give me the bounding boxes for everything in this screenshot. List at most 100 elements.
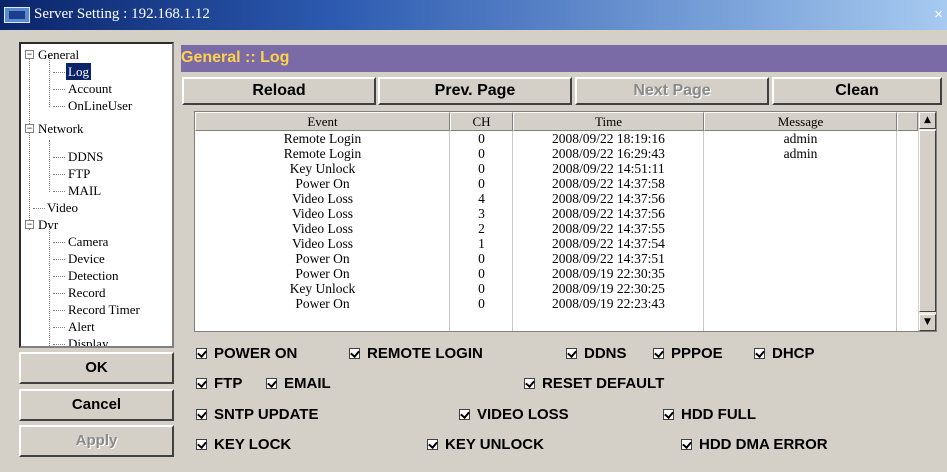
tree-connector — [53, 310, 65, 311]
tree-connector — [53, 72, 65, 73]
filter-video-loss[interactable]: VIDEO LOSS — [459, 405, 569, 425]
filter-label: PPPOE — [671, 345, 723, 362]
checkbox-checked-icon[interactable] — [653, 348, 664, 359]
filter-label: DDNS — [584, 345, 627, 362]
checkbox-checked-icon[interactable] — [196, 348, 207, 359]
filter-label: KEY UNLOCK — [445, 436, 544, 453]
tree-item-detection[interactable]: Detection — [68, 267, 119, 284]
column-header-ch[interactable]: CH — [450, 112, 513, 131]
filter-email[interactable]: EMAIL — [266, 374, 331, 394]
collapse-dvr-icon[interactable]: − — [25, 220, 34, 229]
filter-ddns[interactable]: DDNS — [566, 344, 627, 364]
next-page-button[interactable]: Next Page — [575, 77, 769, 105]
table-row[interactable]: Remote Login 0 2008/09/22 16:29:43 admin — [195, 146, 915, 161]
tree-item-device[interactable]: Device — [68, 250, 105, 267]
tree-item-mail[interactable]: MAIL — [68, 182, 101, 199]
cell-time: 2008/09/22 16:29:43 — [552, 146, 665, 161]
tree-connector — [53, 174, 65, 175]
filter-key-lock[interactable]: KEY LOCK — [196, 435, 291, 455]
tree-item-display[interactable]: Display — [68, 335, 108, 346]
filter-reset-default[interactable]: RESET DEFAULT — [524, 374, 664, 394]
cell-ch: 0 — [478, 146, 485, 161]
filter-label: SNTP UPDATE — [214, 406, 319, 423]
filter-hdd-full[interactable]: HDD FULL — [663, 405, 756, 425]
column-header-time[interactable]: Time — [513, 112, 704, 131]
filter-hdd-dma-error[interactable]: HDD DMA ERROR — [681, 435, 828, 455]
filter-key-unlock[interactable]: KEY UNLOCK — [427, 435, 544, 455]
table-row[interactable]: Key Unlock 0 2008/09/19 22:30:25 — [195, 281, 915, 296]
table-row[interactable]: Video Loss 4 2008/09/22 14:37:56 — [195, 191, 915, 206]
column-header-event[interactable]: Event — [195, 112, 450, 131]
collapse-general-icon[interactable]: − — [25, 50, 34, 59]
tree-item-camera[interactable]: Camera — [68, 233, 108, 250]
table-row[interactable]: Video Loss 1 2008/09/22 14:37:54 — [195, 236, 915, 251]
tree-item-network[interactable]: Network — [38, 120, 84, 137]
filter-power-on[interactable]: POWER ON — [196, 344, 297, 364]
tree-connector — [53, 276, 65, 277]
table-row[interactable]: Key Unlock 0 2008/09/22 14:51:11 — [195, 161, 915, 176]
scroll-down-icon[interactable]: ▼ — [919, 314, 936, 331]
column-header-message[interactable]: Message — [704, 112, 897, 131]
checkbox-checked-icon[interactable] — [349, 348, 360, 359]
tree-item-onlineuser[interactable]: OnLineUser — [68, 97, 132, 114]
tree-item-record[interactable]: Record — [68, 284, 106, 301]
tree-connector — [29, 54, 30, 230]
tree-connector — [53, 259, 65, 260]
filter-label: VIDEO LOSS — [477, 406, 569, 423]
table-row[interactable]: Remote Login 0 2008/09/22 18:19:16 admin — [195, 131, 915, 146]
checkbox-checked-icon[interactable] — [459, 409, 470, 420]
ok-button[interactable]: OK — [19, 352, 174, 384]
cell-time: 2008/09/19 22:30:25 — [552, 281, 665, 296]
filter-remote-login[interactable]: REMOTE LOGIN — [349, 344, 483, 364]
tree-item-ddns[interactable]: DDNS — [68, 148, 103, 165]
prev-page-button[interactable]: Prev. Page — [378, 77, 572, 105]
checkbox-checked-icon[interactable] — [196, 439, 207, 450]
scroll-up-icon[interactable]: ▲ — [919, 112, 936, 129]
tree-item-dvr[interactable]: Dvr — [38, 216, 58, 233]
checkbox-checked-icon[interactable] — [566, 348, 577, 359]
close-icon[interactable]: × — [934, 6, 943, 23]
table-row[interactable]: Video Loss 3 2008/09/22 14:37:56 — [195, 206, 915, 221]
filter-label: POWER ON — [214, 345, 298, 362]
cell-ch: 0 — [478, 251, 485, 266]
table-row[interactable]: Power On 0 2008/09/19 22:23:43 — [195, 296, 915, 311]
table-row[interactable]: Power On 0 2008/09/22 14:37:51 — [195, 251, 915, 266]
tree-item-log[interactable]: Log — [66, 63, 91, 80]
filter-pppoe[interactable]: PPPOE — [653, 344, 723, 364]
checkbox-checked-icon[interactable] — [427, 439, 438, 450]
tree-connector — [53, 157, 65, 158]
log-table[interactable]: Event CH Time Message Remote Login 0 2008/… — [194, 111, 937, 332]
clean-button[interactable]: Clean — [772, 77, 942, 105]
page-title: General :: Log — [181, 49, 290, 66]
cell-time: 2008/09/22 14:37:58 — [552, 176, 665, 191]
tree-item-ftp[interactable]: FTP — [68, 165, 90, 182]
cell-ch: 0 — [478, 161, 485, 176]
cancel-button[interactable]: Cancel — [19, 389, 174, 421]
table-row[interactable]: Video Loss 2 2008/09/22 14:37:55 — [195, 221, 915, 236]
table-row[interactable]: Power On 0 2008/09/19 22:30:35 — [195, 266, 915, 281]
collapse-network-icon[interactable]: − — [25, 124, 34, 133]
tree-item-record-timer[interactable]: Record Timer — [68, 301, 140, 318]
scroll-thumb[interactable] — [919, 130, 936, 312]
checkbox-checked-icon[interactable] — [663, 409, 674, 420]
checkbox-checked-icon[interactable] — [196, 409, 207, 420]
tree-item-general[interactable]: General — [38, 46, 79, 63]
reload-button[interactable]: Reload — [182, 77, 376, 105]
tree-item-alert[interactable]: Alert — [68, 318, 95, 335]
table-scrollbar[interactable]: ▲ ▼ — [918, 112, 936, 331]
tree-item-account[interactable]: Account — [68, 80, 112, 97]
cell-ch: 0 — [478, 281, 485, 296]
filter-sntp-update[interactable]: SNTP UPDATE — [196, 405, 318, 425]
checkbox-checked-icon[interactable] — [266, 378, 277, 389]
checkbox-checked-icon[interactable] — [754, 348, 765, 359]
tree-connector — [53, 191, 65, 192]
filter-dhcp[interactable]: DHCP — [754, 344, 815, 364]
settings-tree[interactable]: − General Log Account OnLineUser − Netwo… — [19, 42, 174, 348]
checkbox-checked-icon[interactable] — [524, 378, 535, 389]
tree-item-video[interactable]: Video — [47, 199, 78, 216]
filter-ftp[interactable]: FTP — [196, 374, 242, 394]
checkbox-checked-icon[interactable] — [196, 378, 207, 389]
checkbox-checked-icon[interactable] — [681, 439, 692, 450]
apply-button[interactable]: Apply — [19, 425, 174, 457]
table-row[interactable]: Power On 0 2008/09/22 14:37:58 — [195, 176, 915, 191]
